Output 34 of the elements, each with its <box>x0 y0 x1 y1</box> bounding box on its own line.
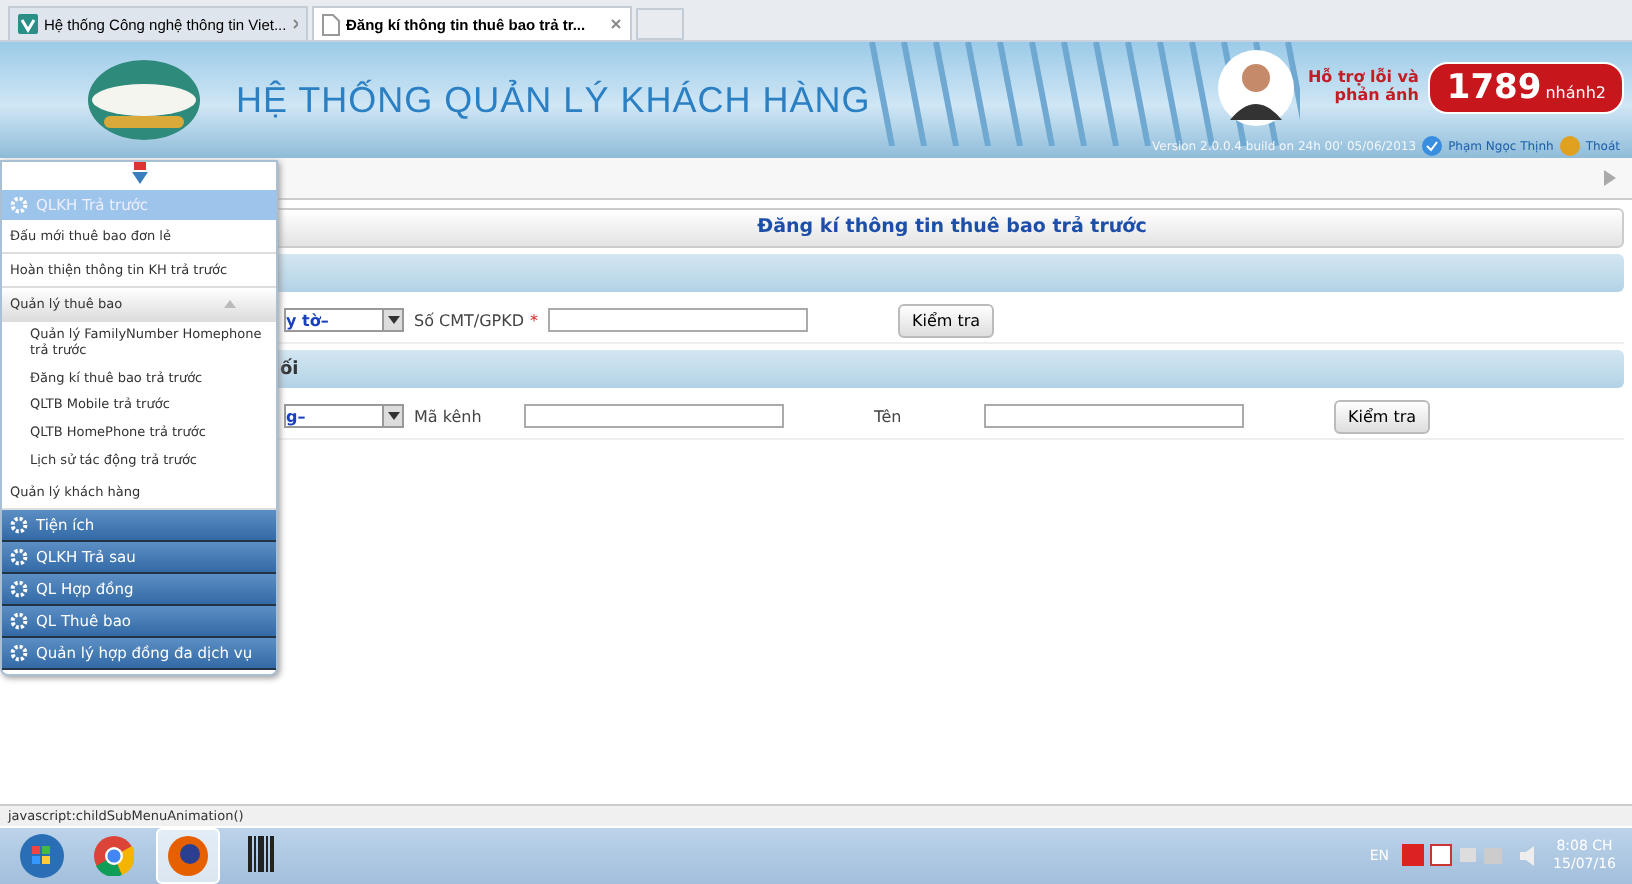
tray-icons-drawing <box>1401 844 1506 868</box>
input-field[interactable] <box>548 308 809 332</box>
field-label: Số CMT/GPKD <box>414 311 525 329</box>
input-field[interactable] <box>524 404 784 428</box>
input-field[interactable] <box>984 404 1244 428</box>
logo-icon <box>84 56 204 144</box>
caret-icon <box>224 300 236 308</box>
page-icon <box>322 13 340 35</box>
field-label: Mã kênh <box>414 407 482 425</box>
select-field[interactable]: g– <box>284 404 404 428</box>
brand-icon <box>18 14 38 34</box>
taskbar-app[interactable] <box>156 828 220 884</box>
check-button[interactable]: Kiểm tra <box>1334 399 1431 433</box>
browser-icon <box>94 836 134 876</box>
close-icon[interactable] <box>292 18 298 30</box>
browser-icon <box>168 836 208 876</box>
required-mark: * <box>530 311 539 329</box>
check-button[interactable]: Kiểm tra <box>898 303 995 337</box>
scroll-right-icon[interactable] <box>1604 170 1616 186</box>
section-title: ối <box>280 359 299 379</box>
system-title: HỆ THỐNG QUẢN LÝ KHÁCH HÀNG <box>236 79 871 121</box>
person-avatar-icon <box>1216 48 1297 128</box>
select-field[interactable]: y tờ– <box>284 308 404 332</box>
pin-icon[interactable] <box>129 162 149 186</box>
close-icon[interactable] <box>610 18 622 30</box>
windows-logo-icon <box>20 834 64 878</box>
caret-icon <box>387 412 399 420</box>
support-label: Hỗ trợ lỗi và phản ánh <box>1306 70 1419 106</box>
hotline-badge[interactable]: 1789 nhánh2 <box>1428 62 1624 114</box>
gear-icon <box>10 196 28 214</box>
logout-icon <box>1559 136 1580 156</box>
caret-icon <box>387 316 399 324</box>
field-label: Tên <box>874 407 902 425</box>
barcode-icon <box>246 836 278 876</box>
